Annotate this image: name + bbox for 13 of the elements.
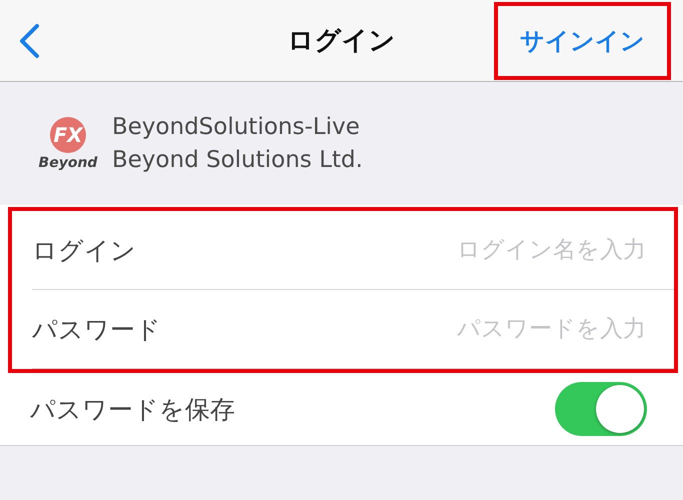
screen-title: ログイン xyxy=(288,25,396,58)
field-label: ログイン xyxy=(32,234,136,266)
logo-wordmark: Beyond xyxy=(38,154,98,170)
company-name: Beyond Solutions Ltd. xyxy=(112,146,363,174)
input-field[interactable]: パスワードを入力 xyxy=(344,315,648,343)
back-icon xyxy=(18,22,40,58)
field-label: パスワード xyxy=(32,314,161,346)
logo-mark: FX xyxy=(50,116,86,152)
sign-in-button[interactable]: サインイン xyxy=(498,6,667,76)
save-password-label: パスワードを保存 xyxy=(30,394,235,426)
server-name: BeyondSolutions-Live xyxy=(112,112,361,142)
toggle-switch[interactable] xyxy=(555,382,647,436)
input-field[interactable]: ログイン名を入力 xyxy=(344,236,648,264)
